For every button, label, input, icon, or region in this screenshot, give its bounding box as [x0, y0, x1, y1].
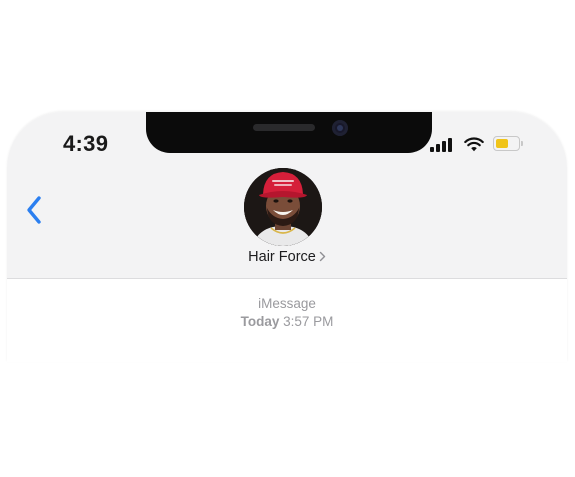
phone-screen: 4:39 Hair Force iMessage Today 3:57 PM — [7, 112, 567, 362]
battery-level — [496, 139, 508, 148]
device-notch — [146, 112, 432, 153]
chevron-right-icon — [319, 252, 326, 262]
timestamp-time: 3:57 PM — [283, 314, 334, 329]
earpiece-speaker — [253, 124, 315, 131]
battery-icon — [493, 136, 523, 151]
status-time: 4:39 — [63, 131, 109, 156]
timestamp-day: Today — [240, 314, 280, 329]
back-chevron-icon[interactable] — [23, 192, 47, 228]
contact-name: Hair Force — [248, 249, 316, 265]
thread-timestamp: Today 3:57 PM — [7, 314, 567, 329]
cellular-signal-icon — [430, 138, 456, 152]
conversation-header: 4:39 Hair Force — [7, 112, 567, 279]
contact-avatar[interactable] — [244, 168, 322, 246]
contact-name-button[interactable]: Hair Force — [7, 248, 567, 266]
screenshot-canvas: 4:39 Hair Force iMessage Today 3:57 PM — [0, 0, 575, 477]
service-label: iMessage — [258, 296, 316, 311]
wifi-icon — [464, 137, 484, 152]
contact-photo — [244, 168, 322, 246]
front-camera — [332, 120, 348, 136]
